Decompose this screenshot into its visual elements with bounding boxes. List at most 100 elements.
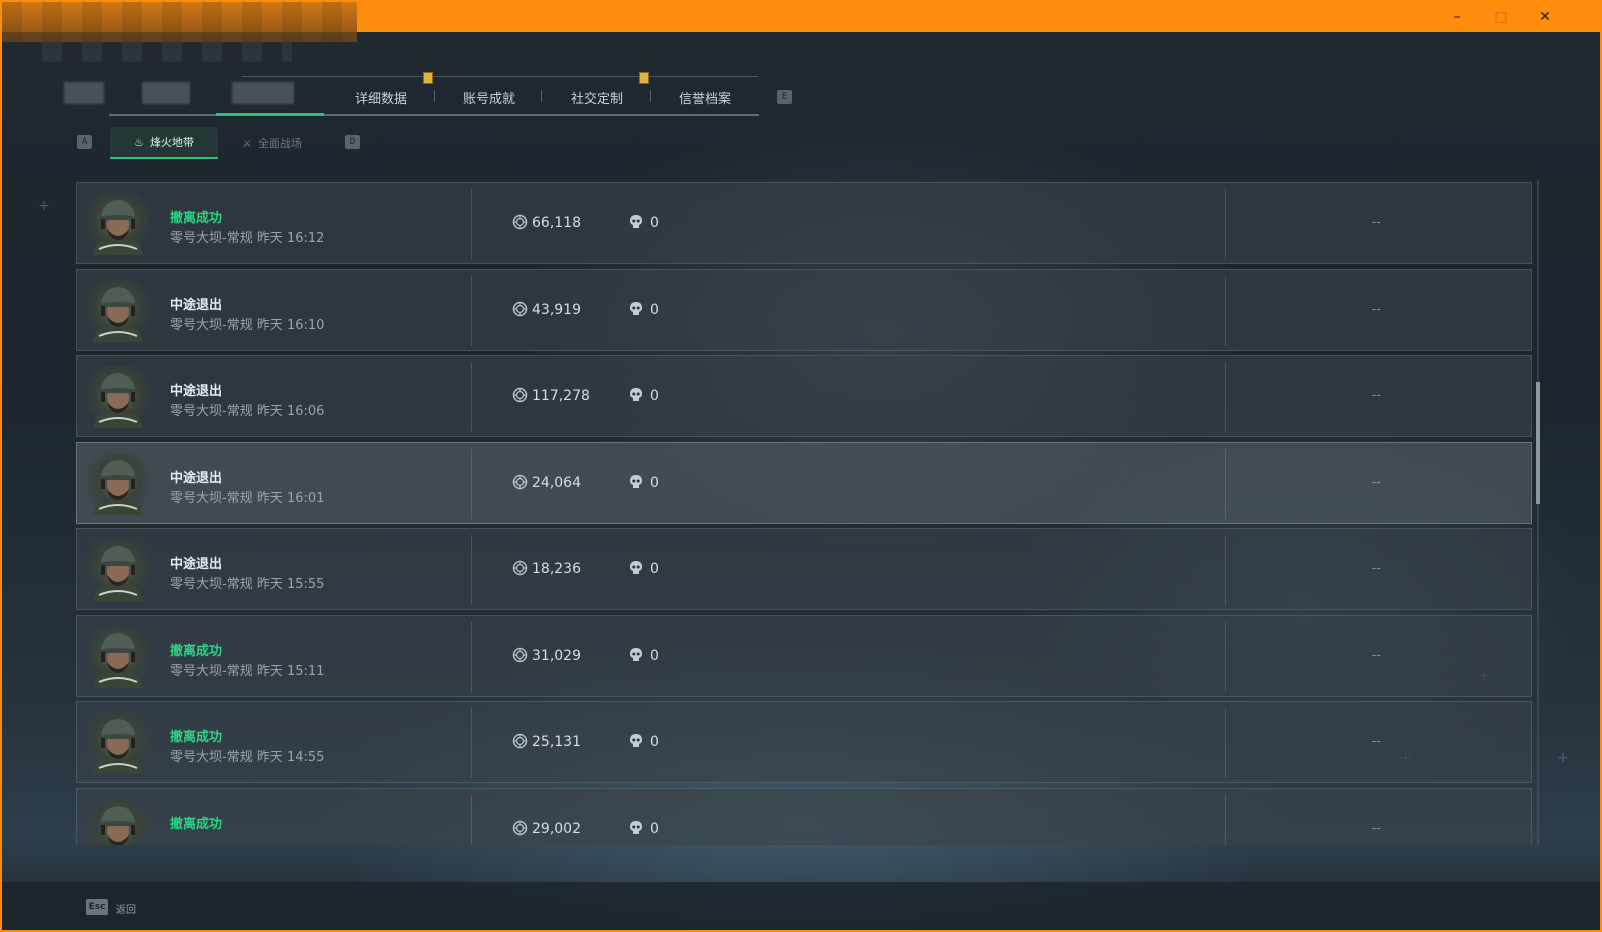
match-status: 中途退出 [170,297,223,313]
close-button[interactable]: ✕ [1530,6,1560,28]
match-meta: 零号大坝-常规 昨天 16:12 [170,227,324,246]
extraction-value: 29,002 [532,820,581,837]
maximize-button[interactable]: □ [1486,6,1516,28]
prev-subtab-key[interactable]: A [77,135,92,149]
subtab-battlefield[interactable]: ⚔ 全面战场 [218,127,326,159]
tab-detailed-data[interactable]: 详细数据 [355,88,407,108]
match-time: 昨天 16:10 [256,317,325,333]
match-row[interactable]: 中途退出 零号大坝-常规 昨天 16:06 117,278 0 -- [76,355,1532,437]
decor-cross-icon: + [38,198,50,214]
operator-avatar [87,798,149,845]
extraction-value: 24,064 [532,474,581,491]
match-status: 撤离成功 [170,816,223,832]
extraction-value-icon [512,301,528,316]
match-status: 中途退出 [170,470,223,486]
operator-avatar [87,452,149,515]
column-divider [471,794,472,845]
skull-icon [630,215,642,228]
operator-avatar [87,366,149,428]
kill-count: 0 [650,647,659,664]
tab-marker-icon [639,72,649,84]
skull-icon [630,388,642,401]
minimize-button[interactable]: – [1442,6,1472,28]
column-divider [1225,794,1226,845]
column-divider [1225,189,1226,259]
kill-count: 0 [650,820,659,837]
operator-portrait-icon [93,373,143,428]
match-meta: 零号大坝-常规 昨天 16:01 [170,487,324,506]
match-status: 撤离成功 [170,730,223,745]
scrollbar-thumb[interactable] [1536,382,1540,504]
extraction-value-icon [512,560,528,576]
operator-avatar [87,712,149,774]
column-divider [1225,362,1226,432]
operator-portrait-icon [93,546,143,601]
match-row[interactable]: 中途退出 零号大坝-常规 昨天 16:10 43,919 0 -- [76,268,1532,351]
tab-social-customization[interactable]: 社交定制 [571,88,623,108]
next-tab-key[interactable]: E [777,90,792,104]
footer-bar [2,882,1600,930]
extra-value: -- [1372,301,1381,316]
match-map: 零号大坝-常规 [170,577,253,592]
extraction-value: 66,118 [532,215,581,231]
skull-icon [630,820,642,834]
extraction-value: 25,131 [532,734,581,750]
match-map: 零号大坝-常规 [170,663,253,679]
match-row[interactable]: 中途退出 零号大坝-常规 昨天 15:55 18,236 0 -- [76,528,1532,610]
subtab-fire-zone[interactable]: ♨ 烽火地带 [110,127,218,159]
tab-divider [434,90,435,102]
operator-avatar [87,279,149,342]
column-divider [1225,708,1226,778]
match-status: 撤离成功 [170,211,223,226]
match-meta: 零号大坝-常规 昨天 15:55 [170,573,324,592]
skull-icon [630,647,642,661]
column-divider [471,275,472,346]
redacted-tab[interactable] [142,82,190,104]
match-row[interactable]: 撤离成功 零号大坝-常规 昨天 14:55 25,131 0 -- [76,701,1532,783]
extraction-value-icon [512,820,528,835]
tab-divider [541,90,542,102]
match-row[interactable]: 撤离成功 零号大坝-常规 昨天 16:12 66,118 0 -- [76,182,1532,264]
extra-value: -- [1372,561,1381,575]
kill-count: 0 [650,215,659,231]
esc-key[interactable]: Esc [86,899,108,915]
extra-value: -- [1372,820,1381,835]
skull-icon [630,561,642,574]
extra-value: -- [1372,474,1381,489]
column-divider [471,535,472,605]
match-status: 撤离成功 [170,643,223,659]
operator-portrait-icon [93,200,143,255]
column-divider [1225,535,1226,605]
match-row[interactable]: 中途退出 零号大坝-常规 昨天 16:01 24,064 0 -- [76,441,1532,524]
battlefield-icon: ⚔ [242,136,252,150]
match-time: 昨天 15:55 [256,577,325,592]
match-row[interactable]: 撤离成功 零号大坝-常规 昨天 15:11 31,029 0 -- [76,614,1532,697]
match-time: 昨天 14:55 [256,750,325,765]
extraction-value-icon [512,647,528,662]
decor-cross-icon: + [1557,750,1569,766]
next-subtab-key[interactable]: D [345,135,360,149]
game-window: – □ ✕ 详细数据 账号成就 社交定制 信誉档案 E A ♨ 烽火地带 ⚔ 全… [0,0,1602,932]
operator-portrait-icon [93,719,143,774]
skull-icon [630,301,642,315]
back-label[interactable]: 返回 [116,901,136,916]
operator-portrait-icon [93,632,143,688]
match-map: 零号大坝-常规 [170,404,253,419]
match-row[interactable]: 撤离成功 29,002 0 -- [76,787,1532,845]
operator-avatar [87,193,149,255]
tab-account-achievements[interactable]: 账号成就 [463,88,515,108]
scrollbar-track[interactable] [1537,180,1539,845]
match-meta: 零号大坝-常规 昨天 16:06 [170,400,324,419]
extraction-value-icon [512,733,528,749]
match-map: 零号大坝-常规 [170,231,253,246]
match-time: 昨天 16:12 [256,231,325,246]
tab-reputation-file[interactable]: 信誉档案 [679,88,731,108]
skull-icon [630,474,642,488]
match-meta: 零号大坝-常规 昨天 14:55 [170,746,324,765]
extra-value: -- [1372,734,1381,748]
match-time: 昨天 15:11 [256,663,325,679]
column-divider [471,621,472,692]
redacted-active-tab[interactable] [232,82,294,104]
column-divider [1225,621,1226,692]
column-divider [471,362,472,432]
